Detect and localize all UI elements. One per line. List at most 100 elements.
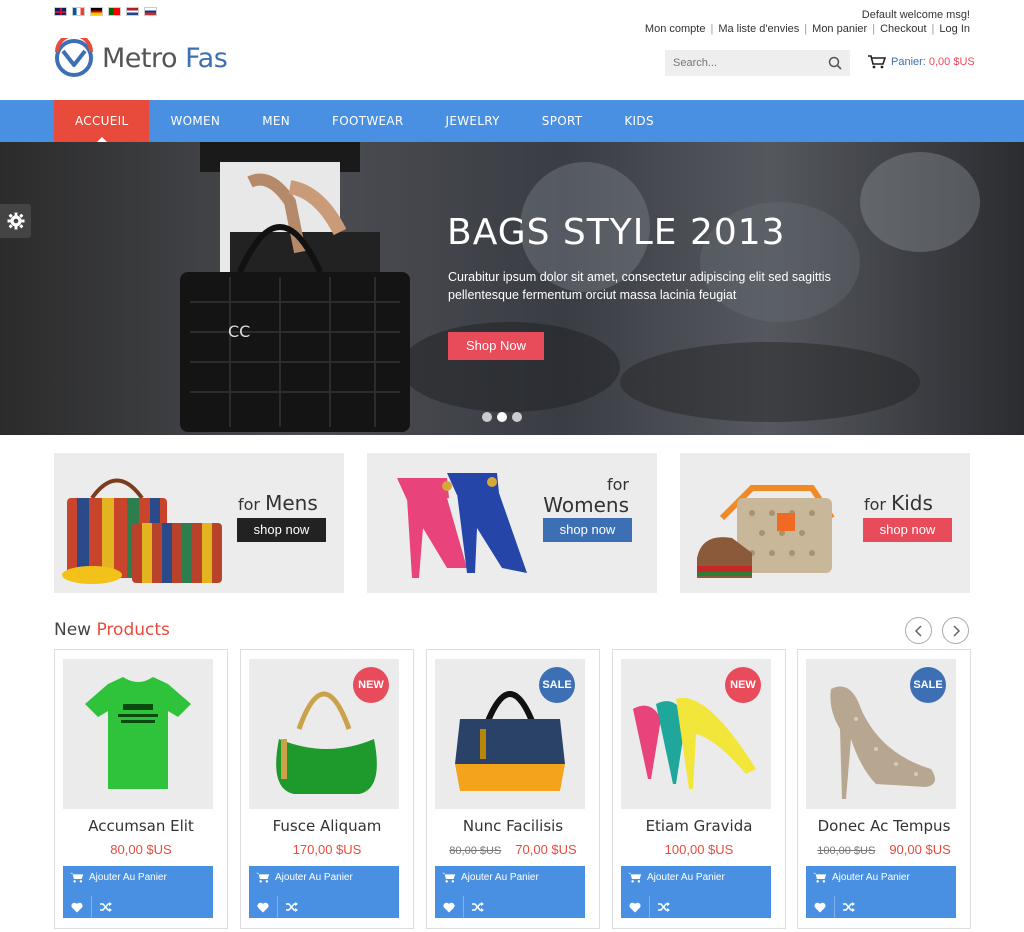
flag-de-icon[interactable] xyxy=(90,7,103,16)
hero-slider: CC BAGS STYLE 2013 Curabitur ipsum dolor… xyxy=(0,142,1024,435)
add-to-cart-button[interactable]: Ajouter Au Panier xyxy=(628,872,725,883)
cart-summary[interactable]: Panier: 0,00 $US xyxy=(868,55,975,69)
flag-nl-icon[interactable] xyxy=(126,7,139,16)
product-name[interactable]: Donec Ac Tempus xyxy=(798,817,970,835)
svg-text:CC: CC xyxy=(228,322,250,341)
cart-icon xyxy=(628,872,642,883)
flag-pt-icon[interactable] xyxy=(108,7,121,16)
account-links: Mon compte | Ma liste d'envies | Mon panie… xyxy=(644,23,970,35)
search-input[interactable] xyxy=(665,50,815,76)
link-mon-panier[interactable]: Mon panier xyxy=(812,23,867,35)
cart-amount: 0,00 $US xyxy=(928,56,975,68)
link-mon-compte[interactable]: Mon compte xyxy=(645,23,706,35)
product-card[interactable]: SALE Donec Ac Tempus 100,00 $US 90,00 $US… xyxy=(797,649,971,929)
wishlist-button[interactable] xyxy=(249,896,277,918)
product-prices: 80,00 $US xyxy=(55,842,227,857)
link-liste-envies[interactable]: Ma liste d'envies xyxy=(718,23,799,35)
hero-description: Curabitur ipsum dolor sit amet, consecte… xyxy=(448,270,831,302)
shuffle-icon xyxy=(842,902,855,912)
chevron-right-icon xyxy=(952,624,960,637)
product-card[interactable]: Accumsan Elit 80,00 $US Ajouter Au Panie… xyxy=(54,649,228,929)
flag-fr-icon[interactable] xyxy=(72,7,85,16)
nav-item-kids[interactable]: KIDS xyxy=(603,100,674,142)
hero-image: CC xyxy=(180,142,410,432)
flag-en-icon[interactable] xyxy=(54,7,67,16)
product-actions: Ajouter Au Panier xyxy=(63,866,213,918)
product-card[interactable]: NEW Fusce Aliquam 170,00 $US Ajouter Au … xyxy=(240,649,414,929)
banner-womens-shop-button[interactable]: shop now xyxy=(543,518,632,542)
compare-button[interactable] xyxy=(834,896,862,918)
shop-now-button[interactable]: Shop Now xyxy=(448,332,544,360)
add-to-cart-button[interactable]: Ajouter Au Panier xyxy=(70,872,167,883)
products-next-button[interactable] xyxy=(942,617,969,644)
banner-womens[interactable]: for Womens shop now xyxy=(367,453,657,593)
product-actions: Ajouter Au Panier xyxy=(435,866,585,918)
slider-dot-3[interactable] xyxy=(512,412,522,422)
slider-dot-2[interactable] xyxy=(497,412,507,422)
products-prev-button[interactable] xyxy=(905,617,932,644)
product-prices: 100,00 $US 90,00 $US xyxy=(798,842,970,857)
compare-button[interactable] xyxy=(277,896,305,918)
gear-icon xyxy=(7,212,24,230)
compare-button[interactable] xyxy=(463,896,491,918)
product-card[interactable]: NEW Etiam Gravida 100,00 $US Ajouter Au … xyxy=(612,649,786,929)
nav-item-sport[interactable]: SPORT xyxy=(521,100,604,142)
product-name[interactable]: Accumsan Elit xyxy=(55,817,227,835)
compare-button[interactable] xyxy=(91,896,119,918)
product-name[interactable]: Fusce Aliquam xyxy=(241,817,413,835)
banner-mens-shop-button[interactable]: shop now xyxy=(237,518,326,542)
cart-icon xyxy=(813,872,827,883)
search-icon[interactable] xyxy=(828,56,842,70)
banner-mens-title: for Mens xyxy=(238,491,318,515)
compare-button[interactable] xyxy=(649,896,677,918)
heart-icon xyxy=(257,902,269,912)
new-badge: NEW xyxy=(353,667,389,703)
wishlist-button[interactable] xyxy=(63,896,91,918)
cart-icon xyxy=(442,872,456,883)
cart-label: Panier: xyxy=(891,56,926,68)
product-name[interactable]: Nunc Facilisis xyxy=(427,817,599,835)
product-actions: Ajouter Au Panier xyxy=(806,866,956,918)
banner-mens[interactable]: for Mens shop now xyxy=(54,453,344,593)
product-image[interactable] xyxy=(63,659,213,809)
settings-toggle[interactable] xyxy=(0,204,31,238)
main-navigation: ACCUEIL WOMEN MEN FOOTWEAR JEWELRY SPORT… xyxy=(0,100,1024,142)
nav-item-jewelry[interactable]: JEWELRY xyxy=(425,100,521,142)
product-old-price: 100,00 $US xyxy=(817,845,876,857)
womens-shoes-image xyxy=(397,473,527,578)
header: Metro Fas Default welcome msg! Mon compt… xyxy=(0,0,1024,100)
site-logo[interactable]: Metro Fas xyxy=(54,38,228,78)
product-name[interactable]: Etiam Gravida xyxy=(613,817,785,835)
nav-item-footwear[interactable]: FOOTWEAR xyxy=(311,100,425,142)
shuffle-icon xyxy=(471,902,484,912)
heart-icon xyxy=(443,902,455,912)
nav-item-women[interactable]: WOMEN xyxy=(149,100,241,142)
welcome-message: Default welcome msg! xyxy=(861,9,970,21)
wishlist-button[interactable] xyxy=(435,896,463,918)
nav-item-men[interactable]: MEN xyxy=(241,100,311,142)
sale-badge: SALE xyxy=(910,667,946,703)
banner-kids[interactable]: for Kids shop now xyxy=(680,453,970,593)
product-price: 80,00 $US xyxy=(110,842,172,857)
flag-ru-icon[interactable] xyxy=(144,7,157,16)
nav-item-accueil[interactable]: ACCUEIL xyxy=(54,100,150,142)
banner-kids-shop-button[interactable]: shop now xyxy=(863,518,952,542)
link-log-in[interactable]: Log In xyxy=(939,23,970,35)
product-price: 100,00 $US xyxy=(664,842,734,857)
add-to-cart-button[interactable]: Ajouter Au Panier xyxy=(813,872,910,883)
link-checkout[interactable]: Checkout xyxy=(880,23,926,35)
add-to-cart-button[interactable]: Ajouter Au Panier xyxy=(442,872,539,883)
product-actions: Ajouter Au Panier xyxy=(249,866,399,918)
slider-dot-1[interactable] xyxy=(482,412,492,422)
wishlist-button[interactable] xyxy=(806,896,834,918)
cart-icon xyxy=(70,872,84,883)
chevron-left-icon xyxy=(914,624,922,637)
heart-icon xyxy=(71,902,83,912)
wishlist-button[interactable] xyxy=(621,896,649,918)
add-to-cart-button[interactable]: Ajouter Au Panier xyxy=(256,872,353,883)
shuffle-icon xyxy=(657,902,670,912)
product-card[interactable]: SALE Nunc Facilisis 80,00 $US 70,00 $US A… xyxy=(426,649,600,929)
language-switcher xyxy=(54,7,157,16)
shuffle-icon xyxy=(285,902,298,912)
new-badge: NEW xyxy=(725,667,761,703)
